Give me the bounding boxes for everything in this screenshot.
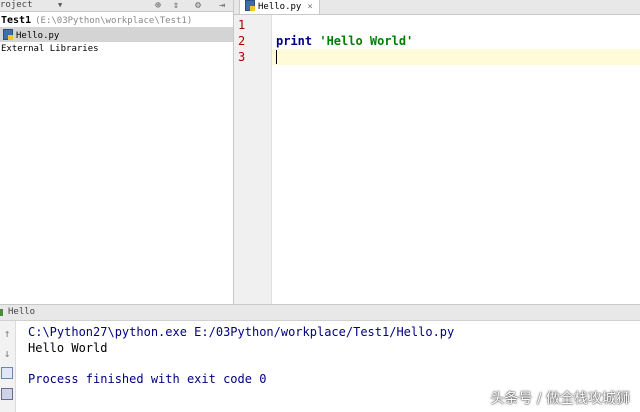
external-libraries-label: External Libraries	[1, 44, 99, 54]
tree-item-project-root[interactable]: Test1 (E:\03Python\workplace\Test1)	[0, 12, 233, 27]
code-editor[interactable]: print 'Hello World'	[272, 15, 640, 304]
file-name: Hello.py	[16, 31, 60, 41]
scroll-down-icon[interactable]: ↓	[1, 348, 13, 360]
code-line-2[interactable]: print 'Hello World'	[276, 33, 413, 49]
run-panel: Hello ↑ ↓ C:\Python27\python.exe E:/03Py…	[0, 304, 640, 412]
console-output-line: Hello World	[28, 341, 108, 355]
python-file-icon	[245, 0, 255, 11]
gear-icon[interactable]: ⚙	[195, 0, 201, 11]
string-literal: 'Hello World'	[319, 34, 414, 48]
hide-icon[interactable]: ⇥	[219, 0, 225, 11]
project-panel: roject ▼ ⊕ ⇕ ⚙ ⇥ Test1 (E:\03Python\workp…	[0, 0, 234, 304]
run-panel-header: Hello	[0, 305, 640, 321]
current-line-highlight	[272, 49, 640, 65]
python-file-icon	[3, 29, 13, 40]
tab-hello-py[interactable]: Hello.py ×	[239, 0, 320, 14]
console-command-line: C:\Python27\python.exe E:/03Python/workp…	[28, 325, 455, 339]
project-root-name: Test1	[1, 15, 32, 26]
close-icon[interactable]: ×	[307, 2, 312, 12]
target-icon[interactable]: ⊕	[155, 0, 161, 11]
line-number: 2	[238, 34, 246, 48]
project-panel-title[interactable]: roject	[0, 0, 33, 11]
print-icon[interactable]	[1, 388, 13, 400]
project-view-dropdown-icon[interactable]: ▼	[58, 0, 62, 11]
line-number-gutter: 1 2 3	[234, 15, 272, 304]
collapse-icon[interactable]: ⇕	[173, 0, 179, 11]
line-number: 3	[238, 50, 246, 64]
console-exit-line: Process finished with exit code 0	[28, 372, 267, 386]
run-config-icon	[0, 309, 3, 316]
watermark-text: 头条号 / 做全栈攻城狮	[490, 391, 630, 407]
line-number: 1	[238, 18, 246, 32]
project-panel-header: roject ▼ ⊕ ⇕ ⚙ ⇥	[0, 0, 233, 12]
tree-item-external-libraries[interactable]: External Libraries	[0, 42, 233, 57]
run-toolbar: ↑ ↓	[0, 321, 16, 412]
editor-tab-bar: Hello.py ×	[234, 0, 640, 15]
keyword-print: print	[276, 34, 313, 48]
tab-label: Hello.py	[258, 2, 302, 12]
scroll-up-icon[interactable]: ↑	[1, 328, 13, 340]
run-panel-title: Hello	[8, 307, 36, 317]
soft-wrap-icon[interactable]	[1, 367, 13, 379]
text-caret	[276, 50, 277, 64]
project-root-path: (E:\03Python\workplace\Test1)	[35, 16, 193, 26]
tree-item-hello-py[interactable]: Hello.py	[0, 27, 233, 42]
